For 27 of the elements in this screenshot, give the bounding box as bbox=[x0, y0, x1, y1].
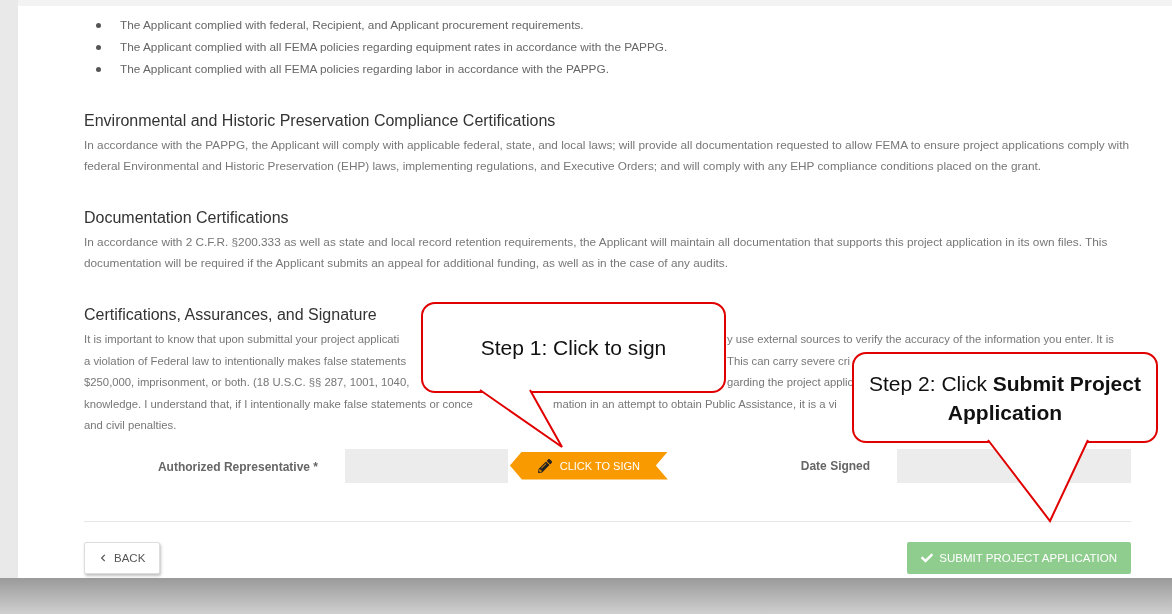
chevron-left-icon bbox=[99, 553, 107, 562]
section-text: In accordance with 2 C.F.R. §200.333 as well as state and local record retention requirements, the Applicant will maintain all documentation that supports this project application in its own files. This documentation will be required if the Applicant submits an appeal for additional funding, as well as in the case of any audits. bbox=[84, 234, 1109, 272]
date-label: Date Signed bbox=[800, 458, 871, 473]
certification-text: This can carry severe cri bbox=[727, 353, 851, 369]
click-to-sign-button[interactable]: CLICK TO SIGN bbox=[509, 451, 668, 480]
pencil-icon bbox=[537, 458, 552, 473]
section-heading: Environmental and Historic Preservation Compliance Certifications bbox=[84, 111, 557, 131]
certification-text: and civil penalties. bbox=[84, 418, 177, 433]
bullet-icon bbox=[96, 22, 101, 28]
bullet-icon bbox=[96, 44, 101, 50]
certification-text: garding the project applic bbox=[727, 375, 854, 390]
certification-text: a violation of Federal law to intentionally makes false statements bbox=[84, 354, 407, 367]
certification-text: y use external sources to verify the accuracy of the information you enter. It is bbox=[727, 332, 1114, 347]
certification-text: knowledge. I understand that, if I intentionally make false statements or conce bbox=[84, 397, 473, 410]
requirement-text: The Applicant complied with all FEMA policies regarding equipment rates in accordance with the PAPPG. bbox=[120, 39, 668, 56]
certification-text: $250,000, imprisonment, or both. (18 U.S.C. §§ 287, 1001, 1040, bbox=[84, 376, 410, 388]
back-button[interactable]: BACK bbox=[84, 541, 161, 574]
section-heading: Certifications, Assurances, and Signature bbox=[84, 305, 378, 325]
check-icon bbox=[921, 551, 934, 564]
bullet-icon bbox=[96, 66, 101, 72]
section-text: In accordance with the PAPPG, the Applicant will comply with applicable federal, state, and local laws; will provide all documentation requested to allow FEMA to ensure project applications comply with federal Environmental and Historic Preservation (EHP) laws, implementing regulations, and Executive Orders; and will comply with any EHP compliance conditions placed on the grant. bbox=[84, 137, 1130, 175]
certification-text: mation in an attempt to obtain Public Assistance, it is a vi bbox=[553, 396, 837, 412]
certification-text: It is important to know that upon submittal your project applicati bbox=[84, 333, 400, 345]
representative-label: Authorized Representative * bbox=[157, 459, 318, 474]
requirement-text: The Applicant complied with all FEMA policies regarding labor in accordance with the PAPPG. bbox=[120, 61, 609, 78]
requirement-text: The Applicant complied with federal, Recipient, and Applicant procurement requirements. bbox=[120, 17, 584, 34]
section-heading: Documentation Certifications bbox=[84, 208, 290, 228]
